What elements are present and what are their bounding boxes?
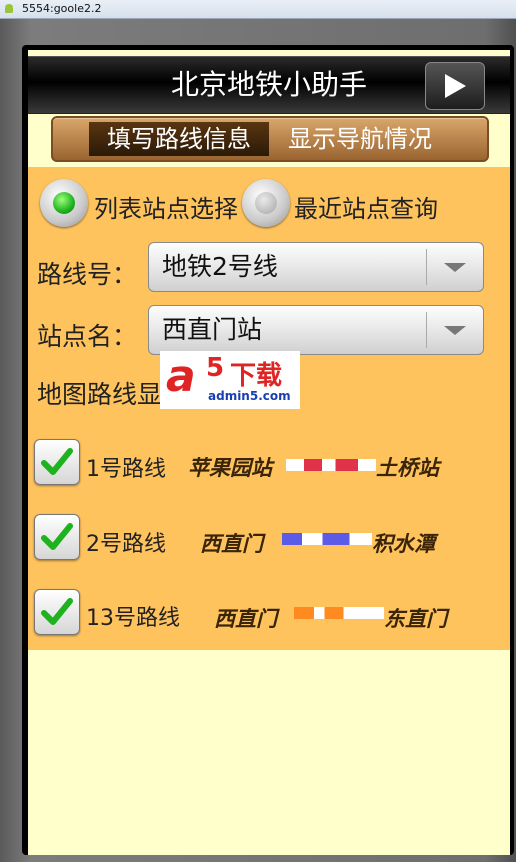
app-screen: 北京地铁小助手 填写路线信息 显示导航情况 列表站点选择 最近站点查询 路线号：… <box>28 50 510 855</box>
checkbox-line-2[interactable] <box>34 514 80 560</box>
radio-list-select-label: 列表站点选择 <box>94 195 238 223</box>
watermark-logo: a 5 下载 admin5.com <box>160 351 300 409</box>
checkmark-icon <box>41 448 73 475</box>
line-1-from: 苹果园站 <box>188 455 272 480</box>
checkbox-line-1[interactable] <box>34 439 80 485</box>
line-1-to: 土桥站 <box>376 455 439 480</box>
route-select[interactable]: 地铁2号线 <box>148 242 484 292</box>
play-icon <box>445 74 466 98</box>
tab-bar: 填写路线信息 显示导航情况 <box>51 116 489 162</box>
line-2-label: 2号路线 <box>86 532 166 557</box>
radio-nearest-station[interactable] <box>242 179 290 227</box>
line-1-label: 1号路线 <box>86 457 166 482</box>
checkmark-icon <box>41 523 73 550</box>
android-icon <box>5 4 13 13</box>
line-13-label: 13号路线 <box>86 606 180 631</box>
tab-show-navigation[interactable]: 显示导航情况 <box>275 122 445 156</box>
emulator-title: 5554:goole2.2 <box>22 2 102 15</box>
station-label: 站点名： <box>37 322 138 351</box>
dropdown-arrow-icon <box>444 263 466 272</box>
emulator-title-bar: 5554:goole2.2 <box>0 0 516 19</box>
radio-list-select[interactable] <box>40 179 88 227</box>
line-13-from: 西直门 <box>214 606 277 631</box>
line-13-to: 东直门 <box>384 606 447 631</box>
station-select[interactable]: 西直门站 <box>148 305 484 355</box>
checkbox-line-13[interactable] <box>34 589 80 635</box>
line-2-from: 西直门 <box>200 531 263 556</box>
app-header: 北京地铁小助手 <box>28 56 510 114</box>
tab-fill-route[interactable]: 填写路线信息 <box>89 122 269 156</box>
line-1-color-strip <box>286 459 376 471</box>
dropdown-arrow-icon <box>444 326 466 335</box>
play-button[interactable] <box>425 62 485 110</box>
line-2-to: 积水潭 <box>372 531 435 556</box>
radio-nearest-station-label: 最近站点查询 <box>294 195 438 223</box>
checkmark-icon <box>41 598 73 625</box>
route-label: 路线号： <box>37 260 138 289</box>
line-13-color-strip <box>294 607 384 619</box>
station-select-value: 西直门站 <box>162 315 263 344</box>
line-2-color-strip <box>282 533 372 545</box>
route-select-value: 地铁2号线 <box>162 252 278 281</box>
